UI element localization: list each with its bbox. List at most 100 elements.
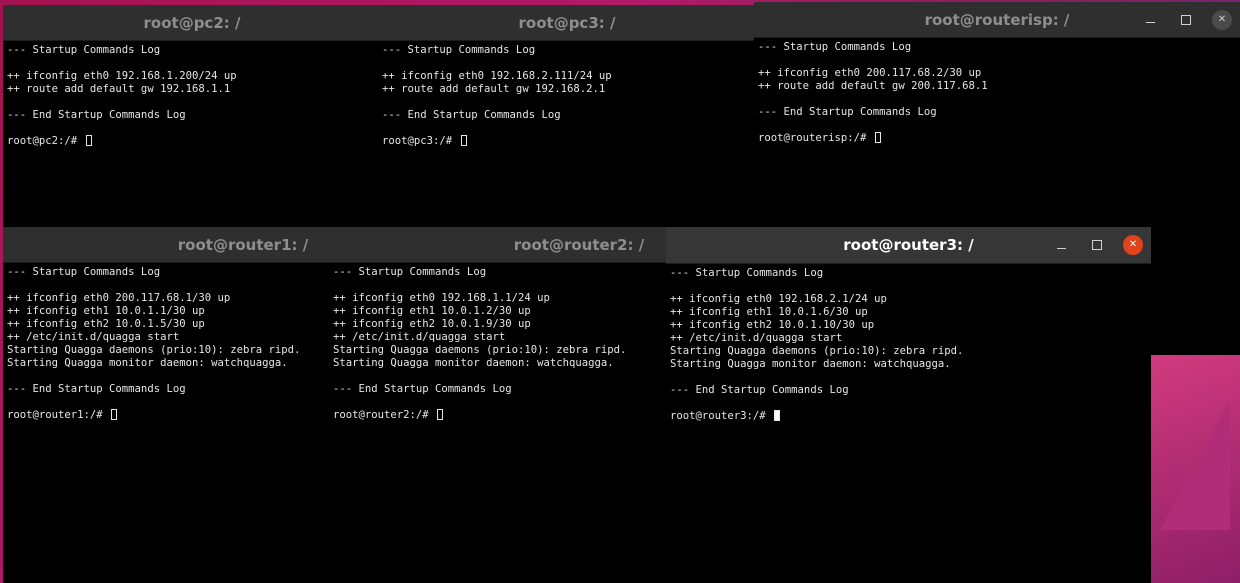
- window-title: root@routerisp: /: [924, 10, 1070, 29]
- terminal-line: ++ route add default gw 200.117.68.1: [758, 80, 988, 92]
- terminal-window-router2[interactable]: root@router2: / --- Startup Commands Log…: [329, 227, 669, 583]
- minimize-icon[interactable]: [1051, 235, 1071, 255]
- terminal-line: --- Startup Commands Log: [7, 44, 161, 56]
- minimize-icon[interactable]: [1140, 10, 1160, 30]
- terminal-line: --- End Startup Commands Log: [382, 109, 561, 121]
- prompt-text: root@pc3:/#: [382, 135, 459, 147]
- terminal-line: Starting Quagga daemons (prio:10): zebra…: [333, 344, 627, 356]
- terminal-output[interactable]: --- Startup Commands Log ++ ifconfig eth0…: [3, 263, 333, 583]
- prompt-text: root@pc2:/#: [7, 135, 84, 147]
- terminal-window-pc2[interactable]: root@pc2: / --- Startup Commands Log ++ i…: [3, 5, 381, 227]
- shell-prompt[interactable]: root@router2:/#: [333, 409, 669, 422]
- window-title: root@pc3: /: [518, 13, 616, 32]
- terminal-output[interactable]: --- Startup Commands Log ++ ifconfig eth0…: [329, 263, 669, 583]
- window-title: root@pc2: /: [143, 13, 241, 32]
- terminal-line: ++ /etc/init.d/quagga start: [7, 331, 180, 343]
- window-controls: [1051, 227, 1143, 263]
- terminal-line: --- Startup Commands Log: [670, 267, 824, 279]
- window-controls: [1140, 2, 1232, 37]
- shell-prompt[interactable]: root@router3:/#: [670, 410, 1151, 423]
- terminal-line: ++ ifconfig eth1 10.0.1.1/30 up: [7, 305, 205, 317]
- terminal-line: --- End Startup Commands Log: [758, 106, 937, 118]
- shell-prompt[interactable]: root@pc3:/#: [382, 135, 756, 148]
- window-title: root@router1: /: [177, 235, 309, 254]
- titlebar-routerisp[interactable]: root@routerisp: /: [754, 2, 1240, 38]
- terminal-line: ++ ifconfig eth2 10.0.1.5/30 up: [7, 318, 205, 330]
- cursor-icon: [460, 135, 467, 146]
- terminal-output[interactable]: --- Startup Commands Log ++ ifconfig eth0…: [378, 41, 756, 227]
- shell-prompt[interactable]: root@pc2:/#: [7, 135, 381, 148]
- terminal-line: ++ ifconfig eth1 10.0.1.6/30 up: [670, 306, 868, 318]
- terminal-line: ++ ifconfig eth0 200.117.68.2/30 up: [758, 67, 982, 79]
- close-icon[interactable]: [1212, 9, 1232, 30]
- terminal-line: Starting Quagga monitor daemon: watchqua…: [670, 358, 951, 370]
- maximize-icon[interactable]: [1087, 235, 1107, 255]
- terminal-line: --- Startup Commands Log: [758, 41, 912, 53]
- terminal-line: ++ ifconfig eth0 192.168.2.111/24 up: [382, 70, 612, 82]
- terminal-window-pc3[interactable]: root@pc3: / --- Startup Commands Log ++ i…: [378, 5, 756, 227]
- terminal-line: ++ ifconfig eth0 192.168.1.200/24 up: [7, 70, 237, 82]
- shell-prompt[interactable]: root@routerisp:/#: [758, 132, 1240, 145]
- wallpaper-shape: [1160, 400, 1230, 530]
- cursor-icon: [437, 409, 444, 420]
- terminal-line: ++ route add default gw 192.168.1.1: [7, 83, 231, 95]
- terminal-line: ++ ifconfig eth2 10.0.1.10/30 up: [670, 319, 875, 331]
- terminal-line: ++ route add default gw 192.168.2.1: [382, 83, 606, 95]
- titlebar-router3[interactable]: root@router3: /: [666, 227, 1151, 264]
- terminal-line: --- End Startup Commands Log: [670, 384, 849, 396]
- terminal-line: --- Startup Commands Log: [7, 266, 161, 278]
- titlebar-pc3[interactable]: root@pc3: /: [378, 5, 756, 41]
- terminal-line: --- Startup Commands Log: [382, 44, 536, 56]
- terminal-line: Starting Quagga daemons (prio:10): zebra…: [7, 344, 301, 356]
- terminal-output[interactable]: --- Startup Commands Log ++ ifconfig eth0…: [666, 264, 1151, 583]
- terminal-output[interactable]: --- Startup Commands Log ++ ifconfig eth0…: [3, 41, 381, 227]
- terminal-line: --- End Startup Commands Log: [7, 383, 186, 395]
- cursor-icon: [111, 409, 118, 420]
- prompt-text: root@router1:/#: [7, 409, 110, 421]
- terminal-line: ++ ifconfig eth2 10.0.1.9/30 up: [333, 318, 531, 330]
- window-title: root@router2: /: [513, 235, 645, 254]
- prompt-text: root@router3:/#: [670, 410, 773, 422]
- terminal-line: Starting Quagga daemons (prio:10): zebra…: [670, 345, 964, 357]
- prompt-text: root@router2:/#: [333, 409, 436, 421]
- terminal-line: Starting Quagga monitor daemon: watchqua…: [7, 357, 288, 369]
- maximize-icon[interactable]: [1176, 10, 1196, 30]
- window-title: root@router3: /: [843, 236, 974, 254]
- terminal-window-router1[interactable]: root@router1: / --- Startup Commands Log…: [3, 227, 333, 583]
- cursor-icon: [85, 135, 92, 146]
- terminal-line: --- Startup Commands Log: [333, 266, 487, 278]
- cursor-icon: [874, 132, 881, 143]
- terminal-line: ++ ifconfig eth0 200.117.68.1/30 up: [7, 292, 231, 304]
- titlebar-pc2[interactable]: root@pc2: /: [3, 5, 381, 41]
- terminal-line: --- End Startup Commands Log: [7, 109, 186, 121]
- terminal-line: ++ ifconfig eth0 192.168.1.1/24 up: [333, 292, 550, 304]
- terminal-line: Starting Quagga monitor daemon: watchqua…: [333, 357, 614, 369]
- titlebar-router2[interactable]: root@router2: /: [329, 227, 669, 263]
- shell-prompt[interactable]: root@router1:/#: [7, 409, 333, 422]
- terminal-line: ++ /etc/init.d/quagga start: [333, 331, 506, 343]
- prompt-text: root@routerisp:/#: [758, 132, 873, 144]
- terminal-window-router3[interactable]: root@router3: / --- Startup Commands Log…: [666, 227, 1151, 583]
- titlebar-router1[interactable]: root@router1: /: [3, 227, 333, 263]
- terminal-line: ++ /etc/init.d/quagga start: [670, 332, 843, 344]
- terminal-line: --- End Startup Commands Log: [333, 383, 512, 395]
- cursor-icon: [774, 410, 781, 421]
- close-icon[interactable]: [1123, 235, 1143, 255]
